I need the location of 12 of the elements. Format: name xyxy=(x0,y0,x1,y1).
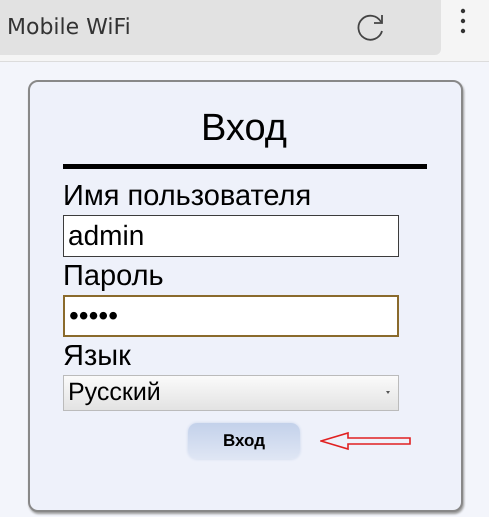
field-label: Язык xyxy=(63,339,131,374)
dropdown-icon xyxy=(386,391,390,395)
input-field[interactable]: ••••• xyxy=(63,295,399,337)
field-label: Пароль xyxy=(63,259,164,294)
login-title: Вход xyxy=(200,106,288,151)
login-button[interactable]: Вход xyxy=(188,423,300,459)
input-field[interactable]: admin xyxy=(63,215,399,257)
address-bar[interactable]: Mobile WiFi xyxy=(0,0,441,55)
language-dropdown[interactable]: Русский xyxy=(63,375,399,411)
menu-icon[interactable] xyxy=(460,8,466,34)
field-label: Имя пользователя xyxy=(63,179,312,214)
arrow-icon xyxy=(320,431,412,451)
